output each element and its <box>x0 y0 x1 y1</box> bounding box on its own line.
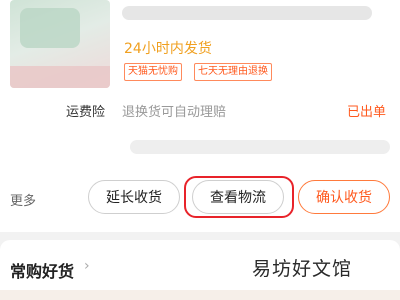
product-title-blurred <box>122 6 372 20</box>
extend-receipt-button[interactable]: 延长收货 <box>88 180 180 214</box>
order-card: 24小时内发货 天猫无忧购 七天无理由退换 运费险 退换货可自动理赔 已出单 更… <box>0 0 400 232</box>
product-thumbnail[interactable] <box>10 0 110 88</box>
watermark-text: 易坊好文馆 <box>252 258 353 280</box>
highlight-annotation <box>184 176 294 218</box>
chevron-right-icon[interactable]: › <box>84 258 90 274</box>
shipping-promise: 24小时内发货 <box>124 41 212 57</box>
blurred-info-row <box>130 140 390 154</box>
service-badge-worry-free: 天猫无忧购 <box>124 63 182 81</box>
bottom-strip <box>0 290 400 300</box>
service-badge-seven-day-return: 七天无理由退换 <box>194 63 272 81</box>
recommend-title[interactable]: 常购好货 <box>10 258 74 282</box>
insurance-status: 已出单 <box>346 105 386 120</box>
thumbnail-shape <box>20 8 80 48</box>
thumbnail-shape <box>10 66 110 88</box>
confirm-receipt-button[interactable]: 确认收货 <box>298 180 390 214</box>
insurance-description: 退换货可自动理赔 <box>122 105 227 120</box>
insurance-label: 运费险 <box>66 105 106 120</box>
more-button[interactable]: 更多 <box>10 190 36 209</box>
